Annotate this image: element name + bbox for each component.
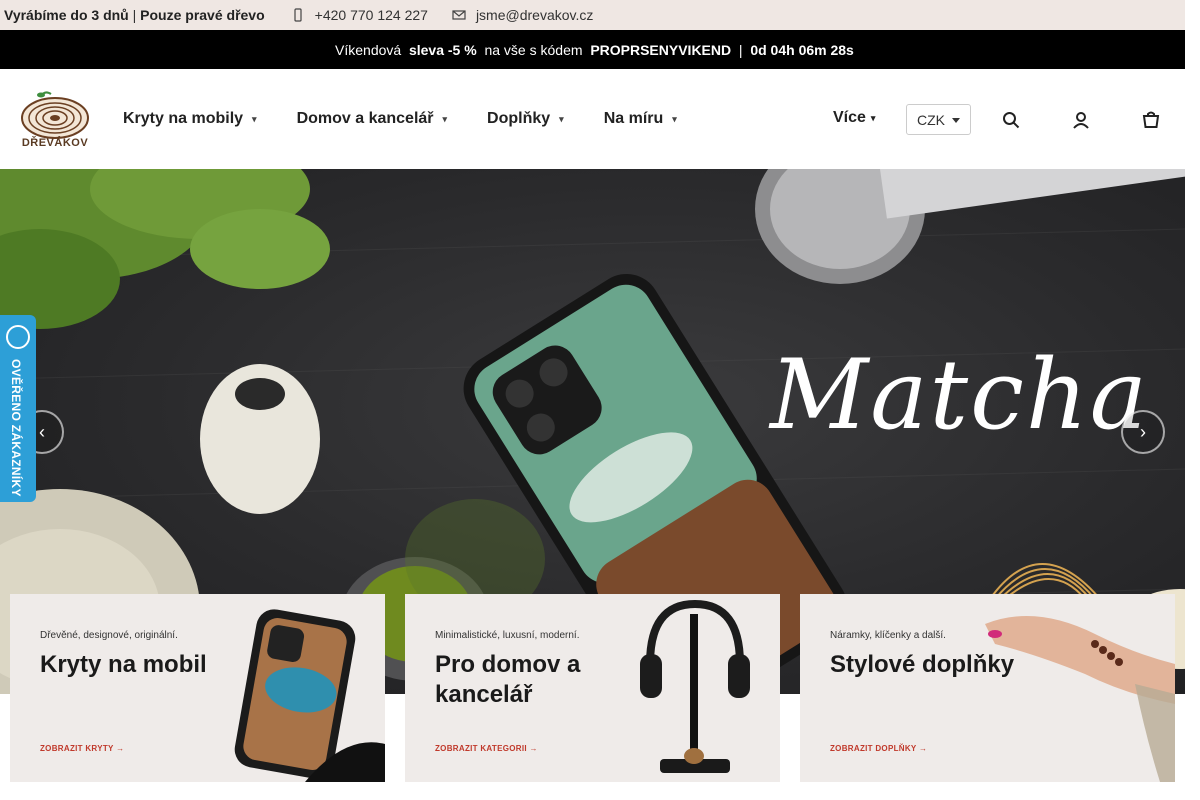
headphone-stand-product-image xyxy=(640,599,750,773)
shop-claim: Vyrábíme do 3 dnů | Pouze pravé dřevo xyxy=(0,7,265,23)
nav-item-home-office[interactable]: Domov a kancelář ▾ xyxy=(297,110,447,128)
nav-item-label: Domov a kancelář xyxy=(296,110,434,127)
cart-icon[interactable] xyxy=(1142,111,1160,129)
more-menu[interactable]: Více ▾ xyxy=(833,109,875,127)
promo-code: PROPRSENYVIKEND xyxy=(590,41,732,58)
phone-icon xyxy=(291,8,305,22)
chevron-right-icon: › xyxy=(1140,421,1146,442)
promo-prefix: Víkendová xyxy=(331,41,406,58)
user-icon[interactable] xyxy=(1072,111,1090,129)
chevron-down-icon: ▾ xyxy=(672,113,677,124)
card-cta-link[interactable]: ZOBRAZIT DOPLŇKY → xyxy=(830,744,927,753)
logo-tree-rings-icon xyxy=(21,91,89,139)
card-subtitle: Minimalistické, luxusní, moderní. xyxy=(435,630,580,641)
verified-customers-badge[interactable]: OVĚŘENO ZÁKAZNÍKY xyxy=(0,315,36,502)
chevron-down-icon: ▾ xyxy=(442,113,448,124)
seal-icon xyxy=(6,325,30,349)
promo-countdown: 0d 04h 06m 28s xyxy=(750,41,854,58)
card-subtitle: Náramky, klíčenky a další. xyxy=(830,630,946,641)
slider-next-button[interactable]: › xyxy=(1121,410,1165,454)
phone-contact[interactable]: +420 770 124 227 xyxy=(291,7,428,23)
nav-item-phone-cases[interactable]: Kryty na mobily ▾ xyxy=(123,110,257,128)
search-icon[interactable] xyxy=(1002,111,1020,129)
herb-plant-image xyxy=(0,169,330,329)
chevron-down-icon: ▾ xyxy=(252,113,257,124)
badge-text: OVĚŘENO ZÁKAZNÍKY xyxy=(9,359,23,497)
nav-item-custom[interactable]: Na míru ▾ xyxy=(604,110,677,128)
currency-value: CZK xyxy=(917,111,945,128)
card-cta-link[interactable]: ZOBRAZIT KATEGORII → xyxy=(435,744,538,753)
arrow-right-icon: → xyxy=(918,744,928,753)
email-contact[interactable]: jsme@drevakov.cz xyxy=(452,7,593,23)
chevron-down-icon: ▾ xyxy=(870,112,876,123)
nav-item-label: Kryty na mobily xyxy=(123,110,244,127)
card-title: Pro domov a kancelář xyxy=(435,651,581,708)
more-label: Více xyxy=(833,109,866,126)
currency-select[interactable]: CZK xyxy=(906,104,971,135)
card-subtitle: Dřevěné, designové, originální. xyxy=(40,630,178,641)
card-cta-link[interactable]: ZOBRAZIT KRYTY → xyxy=(40,744,124,753)
site-header: DŘEVÁKOV Kryty na mobily ▾ Domov a kance… xyxy=(0,69,1185,169)
bracelet-hand-product-image xyxy=(985,616,1175,782)
nav-item-accessories[interactable]: Doplňky ▾ xyxy=(487,110,564,128)
email-address[interactable]: jsme@drevakov.cz xyxy=(476,7,593,23)
promo-middle: na vše s kódem xyxy=(484,41,583,58)
envelope-icon xyxy=(452,8,466,22)
category-card-home-office[interactable]: Minimalistické, luxusní, moderní. Pro do… xyxy=(405,594,780,782)
arrow-right-icon: → xyxy=(116,744,125,753)
claim-production-time: Vyrábíme do 3 dnů xyxy=(4,7,129,23)
nav-item-label: Na míru xyxy=(603,110,664,127)
chevron-down-icon: ▾ xyxy=(559,113,564,124)
hero-title: Matcha xyxy=(770,339,1149,451)
claim-real-wood: Pouze pravé dřevo xyxy=(140,7,265,23)
main-navigation: Kryty na mobily ▾ Domov a kancelář ▾ Dop… xyxy=(123,69,717,169)
promo-discount: sleva -5 % xyxy=(408,41,477,58)
phone-number[interactable]: +420 770 124 227 xyxy=(315,7,428,23)
claim-separator: | xyxy=(132,7,137,23)
arrow-right-icon: → xyxy=(529,744,538,753)
card-title: Kryty na mobil xyxy=(40,651,207,678)
logo-text[interactable]: DŘEVÁKOV xyxy=(20,137,90,149)
category-card-phone-cases[interactable]: Dřevěné, designové, originální. Kryty na… xyxy=(10,594,385,782)
chevron-left-icon: ‹ xyxy=(39,421,45,442)
strainer-image xyxy=(755,169,1185,284)
category-card-accessories[interactable]: Náramky, klíčenky a další. Stylové doplň… xyxy=(800,594,1175,782)
top-info-bar: Vyrábíme do 3 dnů | Pouze pravé dřevo +4… xyxy=(0,0,1185,30)
promo-bar: Víkendová sleva -5 % na vše s kódem PROP… xyxy=(0,30,1185,69)
nav-item-label: Doplňky xyxy=(487,110,551,127)
dropdown-caret-icon xyxy=(952,118,960,123)
phone-case-product-image xyxy=(234,609,385,782)
